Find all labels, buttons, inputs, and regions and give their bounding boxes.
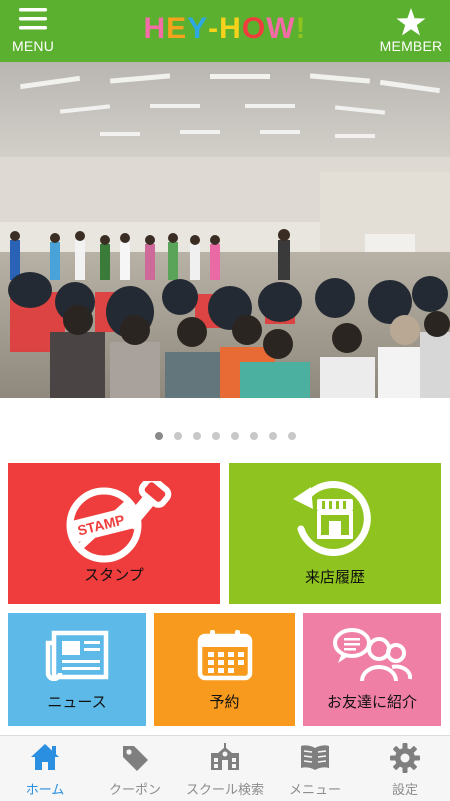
pager-dot[interactable] — [287, 432, 296, 440]
reservation-label: 予約 — [209, 693, 240, 711]
visit-history-tile[interactable]: 来店履歴 — [229, 463, 441, 604]
logo-letter: ! — [295, 12, 307, 45]
member-label: MEMBER — [379, 38, 443, 54]
tab-school-search[interactable]: スクール検索 — [180, 736, 270, 801]
news-tile[interactable]: ニュース — [8, 613, 146, 726]
news-label: ニュース — [47, 693, 107, 711]
tab-menu-label: メニュー — [288, 783, 341, 798]
logo-letter: H — [143, 12, 167, 45]
logo-letter: Y — [187, 12, 209, 45]
stamp-icon: STAMP — [66, 481, 172, 563]
stamp-label: スタンプ — [84, 566, 144, 584]
pager-dot[interactable] — [249, 432, 258, 440]
tab-coupon[interactable]: クーポン — [90, 736, 180, 801]
tab-home-label: ホーム — [25, 783, 65, 798]
tag-icon — [123, 746, 148, 771]
newspaper-icon — [45, 630, 109, 681]
invite-friend-tile[interactable]: お友達に紹介 — [303, 613, 441, 726]
pager-dot[interactable] — [211, 432, 220, 440]
app-header: MENU HEY-HOW! MEMBER — [0, 0, 450, 62]
friends-chat-icon — [333, 628, 412, 682]
pager-dot[interactable] — [192, 432, 201, 440]
member-button[interactable]: MEMBER — [376, 0, 446, 62]
logo-letter: H — [219, 12, 242, 45]
calendar-icon — [197, 630, 252, 681]
carousel-image[interactable] — [0, 62, 450, 398]
pager-dot[interactable] — [230, 432, 239, 440]
store-history-icon — [293, 481, 371, 556]
tab-menu[interactable]: メニュー — [270, 736, 360, 801]
reservation-tile[interactable]: 予約 — [154, 613, 295, 726]
tab-settings-label: 設定 — [391, 783, 418, 798]
bottom-tab-bar: ホーム クーポン スクール検索 メニュー 設定 — [0, 735, 450, 801]
invite-friend-label: お友達に紹介 — [326, 693, 417, 711]
tab-coupon-label: クーポン — [108, 783, 161, 798]
pager-dot[interactable] — [268, 432, 277, 440]
carousel-pager[interactable] — [0, 432, 450, 440]
event-photo — [0, 62, 450, 398]
visit-history-label: 来店履歴 — [304, 568, 365, 586]
logo-letter: O — [241, 12, 267, 45]
tab-home[interactable]: ホーム — [0, 736, 90, 801]
school-icon — [211, 743, 239, 770]
logo-letter: E — [166, 12, 188, 45]
star-icon — [396, 8, 426, 36]
tab-school-search-label: スクール検索 — [185, 783, 264, 798]
pager-dot[interactable] — [173, 432, 182, 440]
tab-settings[interactable]: 設定 — [360, 736, 450, 801]
pager-dot[interactable] — [154, 432, 163, 440]
stamp-tile[interactable]: STAMP スタンプ — [8, 463, 220, 604]
home-icon — [31, 744, 59, 770]
logo-letter: W — [266, 12, 296, 45]
logo-letter: - — [208, 12, 220, 45]
book-icon — [301, 745, 329, 770]
gear-icon — [390, 743, 420, 773]
